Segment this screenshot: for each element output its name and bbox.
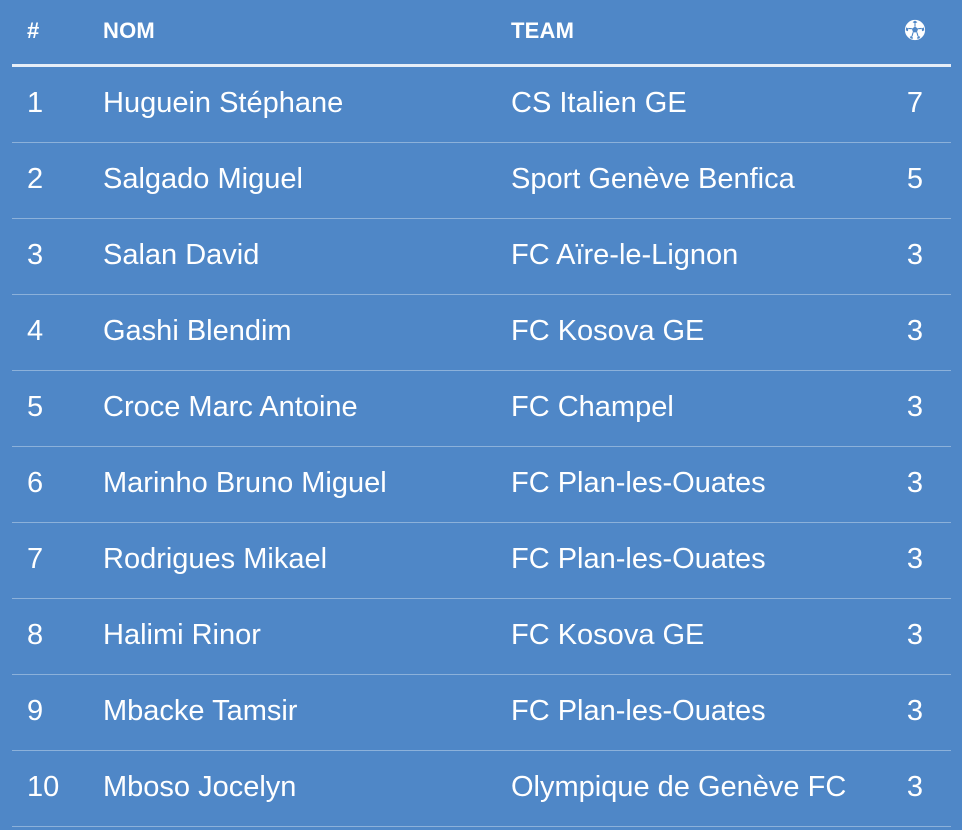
player-name-cell: Halimi Rinor [103, 619, 261, 651]
table-row[interactable]: 3 Salan David FC Aïre-le-Lignon 3 [12, 219, 951, 295]
header-team[interactable]: TEAM [511, 18, 574, 44]
goals-cell: 3 [906, 771, 923, 803]
team-cell: CS Italien GE [511, 87, 687, 119]
team-cell: FC Kosova GE [511, 315, 705, 347]
player-name-cell: Mboso Jocelyn [103, 771, 297, 803]
scorers-table: # NOM TEAM 1 Huguein Stéphane CS Italien… [0, 0, 962, 830]
team-cell: Sport Genève Benfica [511, 163, 795, 195]
rank-cell: 9 [27, 695, 44, 727]
team-cell: FC Champel [511, 391, 674, 423]
player-name-cell: Croce Marc Antoine [103, 391, 358, 423]
table-row[interactable]: 10 Mboso Jocelyn Olympique de Genève FC … [12, 751, 951, 827]
goals-cell: 3 [906, 239, 923, 271]
goals-cell: 3 [906, 391, 923, 423]
player-name-cell: Mbacke Tamsir [103, 695, 298, 727]
table-row[interactable]: 7 Rodrigues Mikael FC Plan-les-Ouates 3 [12, 523, 951, 599]
player-name-cell: Gashi Blendim [103, 315, 292, 347]
rank-cell: 6 [27, 467, 44, 499]
table-row[interactable]: 4 Gashi Blendim FC Kosova GE 3 [12, 295, 951, 371]
rank-cell: 2 [27, 163, 44, 195]
goals-cell: 3 [906, 315, 923, 347]
player-name-cell: Rodrigues Mikael [103, 543, 328, 575]
rank-cell: 8 [27, 619, 44, 651]
team-cell: Olympique de Genève FC [511, 771, 847, 803]
header-rank[interactable]: # [27, 18, 39, 44]
player-name-cell: Salan David [103, 239, 260, 271]
rank-cell: 5 [27, 391, 44, 423]
player-name-cell: Marinho Bruno Miguel [103, 467, 387, 499]
rank-cell: 4 [27, 315, 44, 347]
rank-cell: 10 [27, 771, 60, 803]
table-header: # NOM TEAM [0, 0, 962, 64]
table-row[interactable]: 8 Halimi Rinor FC Kosova GE 3 [12, 599, 951, 675]
team-cell: FC Aïre-le-Lignon [511, 239, 739, 271]
rank-cell: 3 [27, 239, 44, 271]
table-row[interactable]: 9 Mbacke Tamsir FC Plan-les-Ouates 3 [12, 675, 951, 751]
table-row[interactable]: 1 Huguein Stéphane CS Italien GE 7 [12, 67, 951, 143]
team-cell: FC Plan-les-Ouates [511, 467, 766, 499]
team-cell: FC Plan-les-Ouates [511, 695, 766, 727]
goals-cell: 3 [906, 467, 923, 499]
goals-cell: 3 [906, 619, 923, 651]
team-cell: FC Plan-les-Ouates [511, 543, 766, 575]
goals-cell: 5 [906, 163, 923, 195]
rank-cell: 7 [27, 543, 44, 575]
player-name-cell: Salgado Miguel [103, 163, 303, 195]
goals-cell: 3 [906, 543, 923, 575]
table-row[interactable]: 6 Marinho Bruno Miguel FC Plan-les-Ouate… [12, 447, 951, 523]
table-body: 1 Huguein Stéphane CS Italien GE 7 2 Sal… [0, 67, 962, 827]
goals-cell: 3 [906, 695, 923, 727]
team-cell: FC Kosova GE [511, 619, 705, 651]
table-row[interactable]: 5 Croce Marc Antoine FC Champel 3 [12, 371, 951, 447]
table-row[interactable]: 2 Salgado Miguel Sport Genève Benfica 5 [12, 143, 951, 219]
player-name-cell: Huguein Stéphane [103, 87, 344, 119]
header-name[interactable]: NOM [103, 18, 155, 44]
goals-cell: 7 [906, 87, 923, 119]
soccer-ball-icon[interactable] [904, 19, 926, 41]
rank-cell: 1 [27, 87, 44, 119]
